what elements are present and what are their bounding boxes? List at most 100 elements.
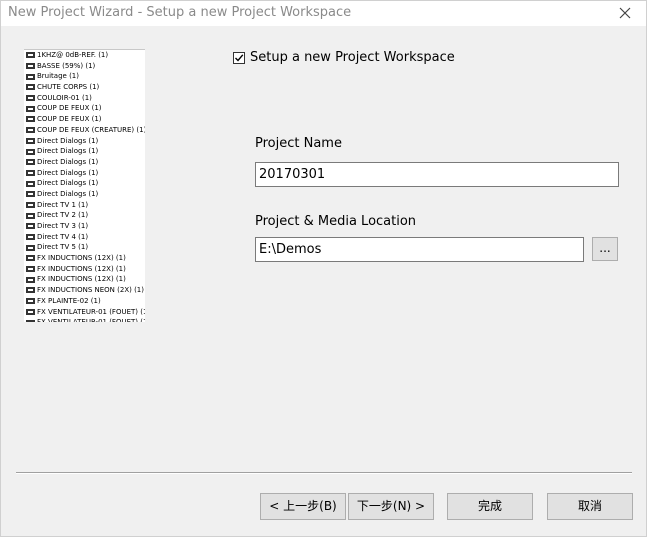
audio-file-icon (26, 169, 35, 176)
audio-file-icon (26, 266, 35, 273)
file-list-item-label: FX VENTILATEUR-01 (FOUET) (1) (37, 307, 145, 316)
file-list-item[interactable]: Direct TV 3 (1) (24, 221, 145, 232)
file-list-item-label: Direct Dialogs (1) (37, 189, 99, 198)
project-name-label: Project Name (255, 136, 342, 151)
location-value: E:\Demos (259, 242, 322, 257)
close-icon (619, 7, 631, 19)
file-list-item[interactable]: FX INDUCTIONS NEON (2X) (1) (24, 285, 145, 296)
close-button[interactable] (610, 2, 640, 24)
file-list-item-label: COUP DE FEUX (1) (37, 104, 102, 113)
setup-workspace-label: Setup a new Project Workspace (250, 50, 455, 65)
project-name-value: 20170301 (259, 167, 326, 182)
file-list-item[interactable]: Direct Dialogs (1) (24, 136, 145, 147)
file-list-item-label: COULOIR-01 (1) (37, 93, 92, 102)
audio-file-icon (26, 255, 35, 262)
file-list-item[interactable]: FX VENTILATEUR-01 (FOUET) (1) (24, 317, 145, 322)
audio-file-icon (26, 223, 35, 230)
title-bar: New Project Wizard - Setup a new Project… (1, 1, 646, 26)
file-list-item-label: BASSE (59%) (1) (37, 61, 96, 70)
wizard-window: New Project Wizard - Setup a new Project… (0, 0, 647, 537)
file-list-item[interactable]: Direct Dialogs (1) (24, 168, 145, 179)
audio-file-icon (26, 159, 35, 166)
file-list-item[interactable]: Direct TV 4 (1) (24, 232, 145, 243)
audio-file-icon (26, 95, 35, 102)
audio-file-icon (26, 52, 35, 59)
file-list-item-label: FX INDUCTIONS (12X) (1) (37, 264, 126, 273)
file-list-item-label: Direct Dialogs (1) (37, 147, 99, 156)
audio-file-icon (26, 212, 35, 219)
audio-file-icon (26, 137, 35, 144)
audio-file-icon (26, 105, 35, 112)
file-list-item-label: Direct TV 5 (1) (37, 243, 89, 252)
file-list-item[interactable]: Direct TV 2 (1) (24, 210, 145, 221)
file-list-item-label: COUP DE FEUX (CREATURE) (1) (37, 125, 145, 134)
file-list[interactable]: 1KHZ@ 0dB-REF. (1) BASSE (59%) (1) Bruitag… (24, 49, 145, 322)
setup-workspace-option[interactable]: Setup a new Project Workspace (233, 50, 455, 65)
file-list-item[interactable]: COULOIR-01 (1) (24, 93, 145, 104)
file-list-item-label: Direct Dialogs (1) (37, 179, 99, 188)
audio-file-icon (26, 116, 35, 123)
file-list-item-label: Direct Dialogs (1) (37, 157, 99, 166)
file-list-item-label: FX INDUCTIONS NEON (2X) (1) (37, 286, 144, 295)
audio-file-icon (26, 244, 35, 251)
file-list-item-label: Direct Dialogs (1) (37, 168, 99, 177)
file-list-item[interactable]: FX INDUCTIONS (12X) (1) (24, 253, 145, 264)
setup-workspace-checkbox[interactable] (233, 51, 245, 64)
audio-file-icon (26, 234, 35, 241)
file-list-item-label: FX VENTILATEUR-01 (FOUET) (1) (37, 317, 145, 322)
window-title: New Project Wizard - Setup a new Project… (8, 5, 352, 20)
audio-file-icon (26, 191, 35, 198)
next-button[interactable]: 下一步(N) > (348, 493, 434, 520)
file-list-item[interactable]: Direct TV 5 (1) (24, 242, 145, 253)
file-list-item-label: COUP DE FEUX (1) (37, 115, 102, 124)
audio-file-icon (26, 180, 35, 187)
file-list-item[interactable]: FX INDUCTIONS (12X) (1) (24, 264, 145, 275)
file-list-item-label: Bruitage (1) (37, 72, 79, 81)
audio-file-icon (26, 319, 35, 322)
back-button[interactable]: < 上一步(B) (260, 493, 346, 520)
file-list-item-label: FX INDUCTIONS (12X) (1) (37, 275, 126, 284)
file-list-item[interactable]: Direct Dialogs (1) (24, 146, 145, 157)
file-list-item-label: 1KHZ@ 0dB-REF. (1) (37, 51, 109, 59)
file-list-item[interactable]: FX PLAINTE-02 (1) (24, 296, 145, 307)
file-list-item[interactable]: COUP DE FEUX (1) (24, 114, 145, 125)
audio-file-icon (26, 298, 35, 305)
audio-file-icon (26, 287, 35, 294)
audio-file-icon (26, 63, 35, 70)
checkmark-icon (235, 53, 244, 62)
file-list-item[interactable]: CHUTE CORPS (1) (24, 82, 145, 93)
cancel-button[interactable]: 取消 (547, 493, 633, 520)
audio-file-icon (26, 201, 35, 208)
footer-divider (16, 472, 632, 474)
file-list-item[interactable]: FX VENTILATEUR-01 (FOUET) (1) (24, 307, 145, 318)
audio-file-icon (26, 148, 35, 155)
file-list-item[interactable]: COUP DE FEUX (CREATURE) (1) (24, 125, 145, 136)
file-list-item[interactable]: Direct Dialogs (1) (24, 157, 145, 168)
audio-file-icon (26, 308, 35, 315)
file-list-item-label: CHUTE CORPS (1) (37, 83, 100, 92)
file-list-item[interactable]: COUP DE FEUX (1) (24, 103, 145, 114)
file-list-item[interactable]: Direct TV 1 (1) (24, 200, 145, 211)
audio-file-icon (26, 73, 35, 80)
audio-file-icon (26, 127, 35, 134)
file-list-item-label: FX PLAINTE-02 (1) (37, 296, 101, 305)
audio-file-icon (26, 276, 35, 283)
location-label: Project & Media Location (255, 214, 417, 229)
file-list-item[interactable]: Direct Dialogs (1) (24, 189, 145, 200)
file-list-item[interactable]: BASSE (59%) (1) (24, 61, 145, 72)
file-list-item-label: Direct TV 3 (1) (37, 222, 89, 230)
browse-button[interactable]: ... (592, 237, 618, 261)
file-list-item-label: Direct Dialogs (1) (37, 136, 99, 145)
file-list-item-label: Direct TV 2 (1) (37, 211, 89, 220)
file-list-item-label: Direct TV 1 (1) (37, 200, 89, 209)
audio-file-icon (26, 84, 35, 91)
location-input[interactable]: E:\Demos (255, 237, 584, 262)
file-list-item[interactable]: FX INDUCTIONS (12X) (1) (24, 274, 145, 285)
finish-button[interactable]: 完成 (447, 493, 533, 520)
file-list-item-label: Direct TV 4 (1) (37, 232, 89, 241)
file-list-item-label: FX INDUCTIONS (12X) (1) (37, 254, 126, 263)
file-list-item[interactable]: 1KHZ@ 0dB-REF. (1) (24, 50, 145, 61)
file-list-item[interactable]: Bruitage (1) (24, 71, 145, 82)
project-name-input[interactable]: 20170301 (255, 162, 619, 187)
file-list-item[interactable]: Direct Dialogs (1) (24, 178, 145, 189)
